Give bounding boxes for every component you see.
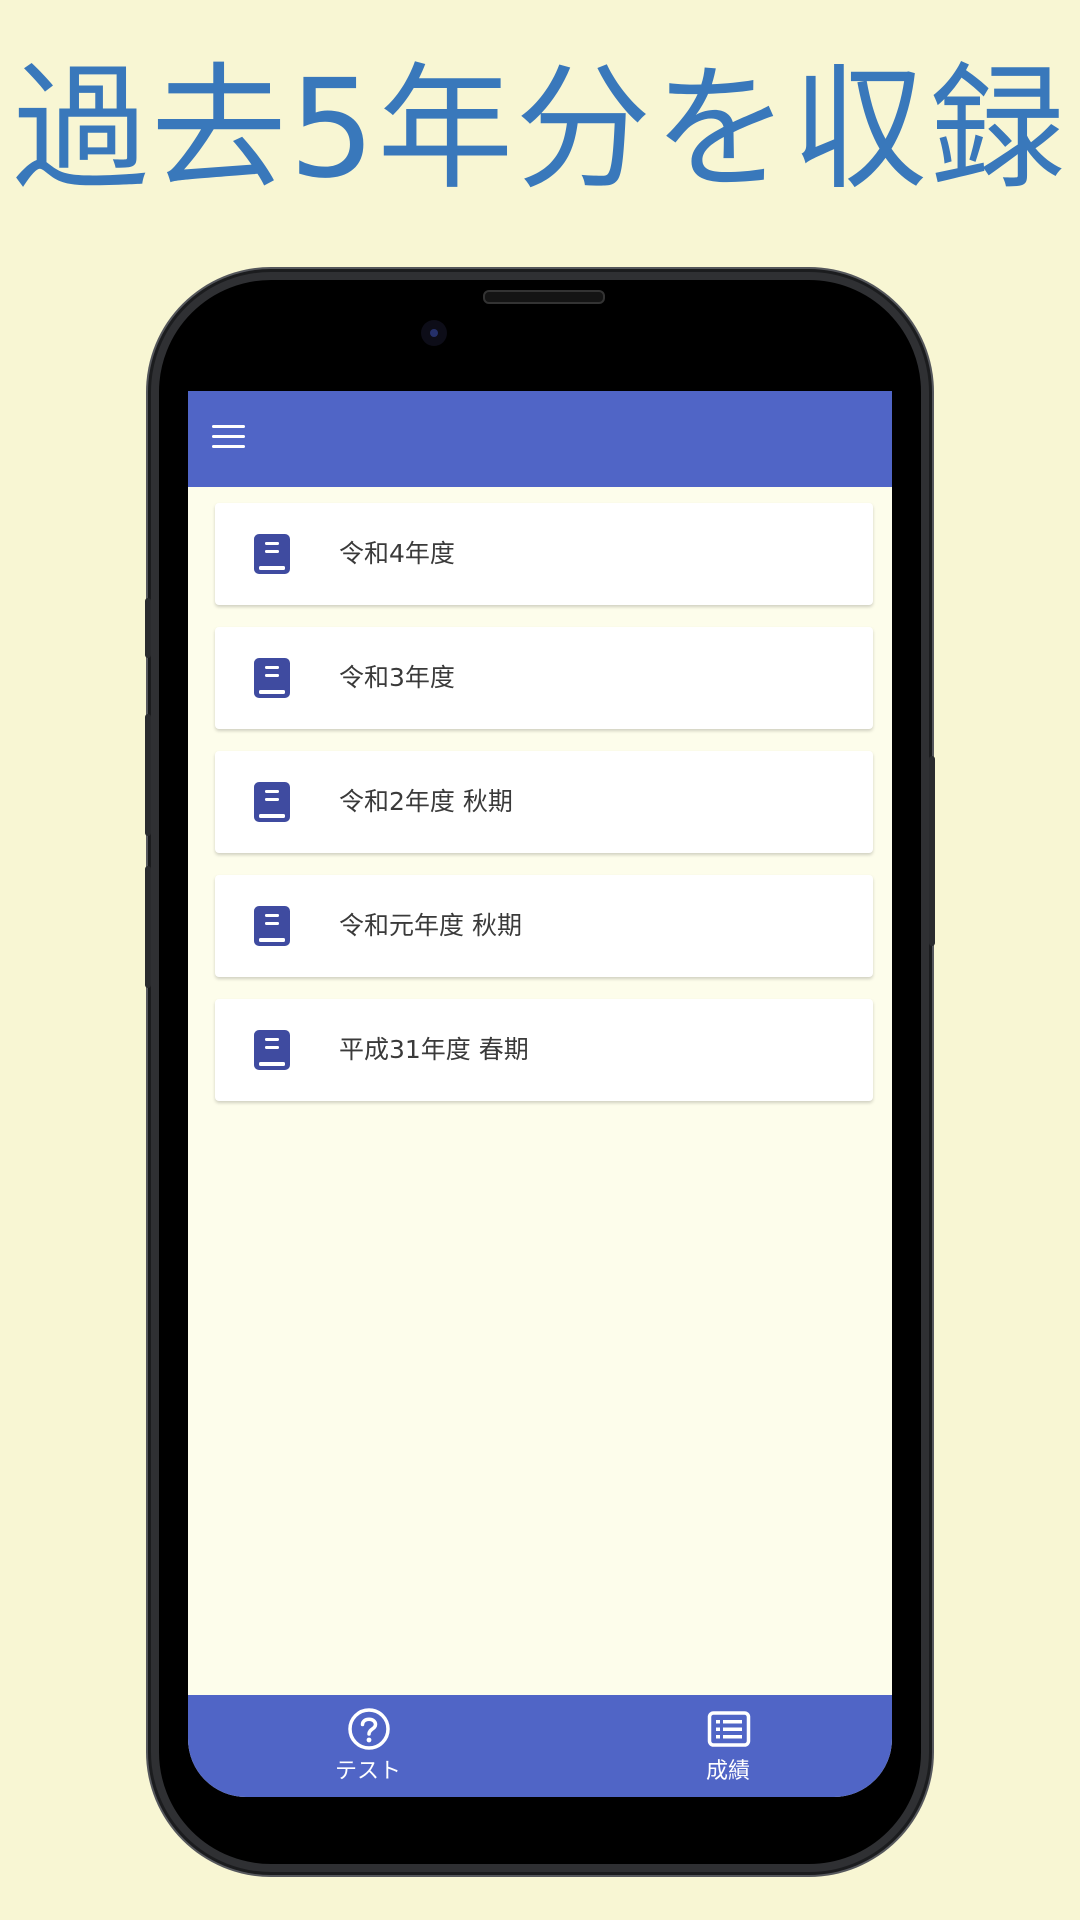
nav-tab-results[interactable]: 成績 (628, 1695, 828, 1797)
phone-camera (421, 320, 447, 346)
list-item-label: 令和元年度 秋期 (339, 911, 522, 940)
app-bar (188, 391, 892, 487)
list-icon (707, 1711, 751, 1747)
bottom-navigation: テスト 成績 (188, 1695, 892, 1797)
list-item-label: 令和3年度 (339, 663, 455, 692)
exam-year-list: 令和4年度 令和3年度 令和2年度 秋期 令和元年度 秋期 平成31年度 春期 (215, 503, 873, 1123)
nav-tab-results-label: 成績 (705, 1759, 750, 1784)
list-item-label: 平成31年度 春期 (339, 1035, 529, 1064)
phone-volume-up-button (145, 714, 151, 836)
book-icon (254, 906, 290, 946)
book-icon (254, 1030, 290, 1070)
question-circle-icon (348, 1708, 390, 1750)
list-item[interactable]: 平成31年度 春期 (215, 999, 873, 1101)
list-item-label: 令和2年度 秋期 (339, 787, 513, 816)
phone-mute-switch (145, 598, 151, 658)
nav-tab-test-label: テスト (334, 1759, 401, 1784)
app-screen: 令和4年度 令和3年度 令和2年度 秋期 令和元年度 秋期 平成31年度 春期 … (188, 391, 892, 1797)
phone-volume-down-button (145, 866, 151, 988)
book-icon (254, 782, 290, 822)
list-item-label: 令和4年度 (339, 539, 455, 568)
nav-tab-test[interactable]: テスト (268, 1695, 468, 1797)
list-item[interactable]: 令和元年度 秋期 (215, 875, 873, 977)
phone-frame: 令和4年度 令和3年度 令和2年度 秋期 令和元年度 秋期 平成31年度 春期 … (145, 272, 935, 1872)
list-item[interactable]: 令和4年度 (215, 503, 873, 605)
phone-power-button (929, 756, 935, 946)
list-item[interactable]: 令和3年度 (215, 627, 873, 729)
book-icon (254, 658, 290, 698)
promo-headline: 過去5年分を収録 (12, 51, 1068, 209)
hamburger-menu-icon[interactable] (212, 425, 246, 451)
book-icon (254, 534, 290, 574)
list-item[interactable]: 令和2年度 秋期 (215, 751, 873, 853)
phone-speaker (483, 290, 605, 304)
